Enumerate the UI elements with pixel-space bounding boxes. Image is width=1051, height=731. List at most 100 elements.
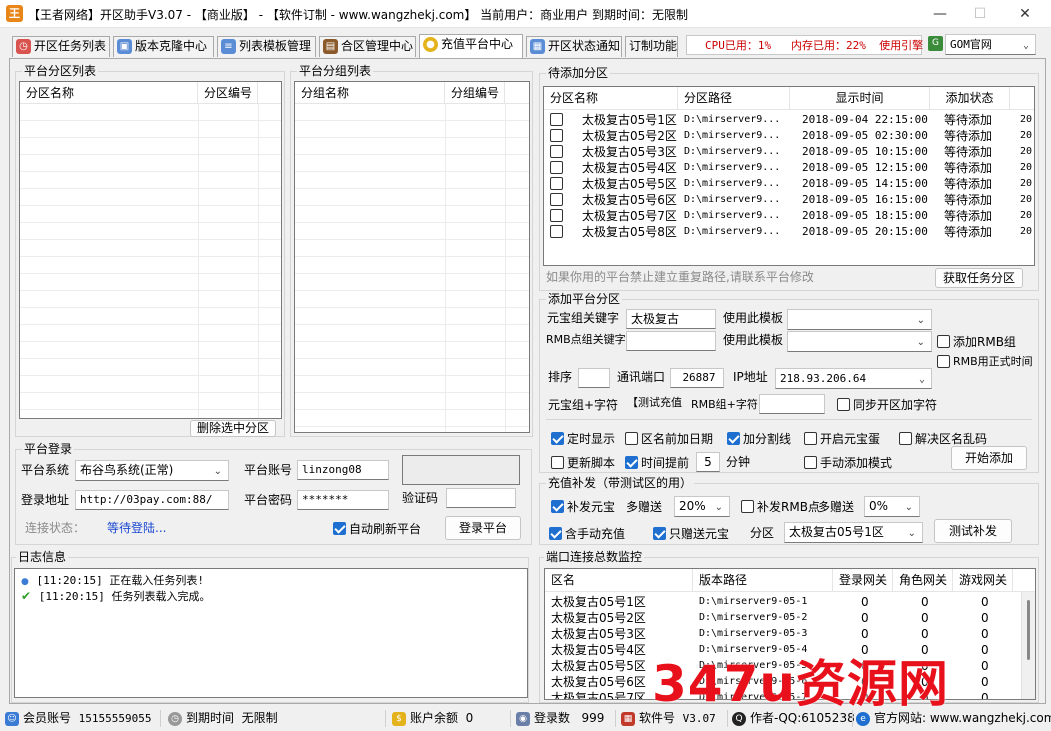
scrollbar-thumb[interactable] [1027, 600, 1030, 660]
table-row[interactable]: 太极复古05号2区 D:\mirserver9... 2018-09-05 02:3… [544, 128, 1034, 144]
tab-custom-features[interactable]: 订制功能 [625, 36, 678, 57]
reissue-yb-checkbox[interactable]: 补发元宝 [551, 499, 615, 515]
table-row[interactable]: 太极复古05号1区 D:\mirserver9-05-1 0 0 0 [545, 594, 1021, 610]
add-divider-checkbox[interactable]: 加分割线 [727, 431, 791, 447]
col-version-path[interactable]: 版本路径 [693, 569, 833, 592]
yb-suffix-input[interactable]: 【测试充值 [623, 394, 689, 414]
member-value: 15155559055 [78, 712, 152, 725]
yb-template-select[interactable]: ⌄ [787, 309, 932, 330]
prefix-date-checkbox[interactable]: 区名前加日期 [625, 431, 713, 447]
coin-icon: $ [392, 711, 406, 726]
coin-icon: ● [423, 37, 438, 52]
account-input[interactable]: linzong08 [297, 460, 389, 480]
rmb-suffix-input[interactable] [759, 394, 825, 414]
col-zone-id[interactable]: 分区编号 [198, 82, 258, 104]
col-zone-name[interactable]: 分区名称 [20, 82, 198, 104]
col-zone-path[interactable]: 分区路径 [678, 87, 790, 110]
platform-group-list[interactable]: 分组名称 分组编号 [294, 81, 530, 433]
platform-system-select[interactable]: 布谷鸟系统(正常) ⌄ [75, 460, 229, 481]
row-checkbox[interactable] [550, 113, 563, 126]
row-checkbox[interactable] [550, 209, 563, 222]
rmb-keyword-input[interactable] [626, 331, 716, 351]
port-input[interactable]: 26887 [670, 368, 724, 388]
rmb-bonus-select[interactable]: 0% ⌄ [864, 496, 920, 517]
extra-value: 20 [1020, 162, 1033, 173]
platform-zone-list[interactable]: 分区名称 分区编号 [19, 81, 282, 419]
table-row[interactable]: 太极复古05号2区 D:\mirserver9-05-2 0 0 0 [545, 610, 1021, 626]
engine-select[interactable]: GOM官网 ⌄ [945, 34, 1036, 55]
tab-template-manager[interactable]: ≡ 列表模板管理 [217, 36, 316, 57]
minutes-label: 分钟 [726, 455, 751, 469]
chevron-down-icon: ⌄ [1022, 40, 1029, 51]
col-group-id[interactable]: 分组编号 [445, 82, 505, 104]
col-login-gate[interactable]: 登录网关 [833, 569, 893, 592]
reissue-rmb-checkbox[interactable]: 补发RMB点 [741, 499, 820, 515]
table-row[interactable]: 太极复古05号5区 D:\mirserver9... 2018-09-05 14:1… [544, 176, 1034, 192]
enable-yb-pot-checkbox[interactable]: 开启元宝蛋 [804, 431, 880, 447]
rmb-formal-time-checkbox[interactable]: RMB用正式时间 [937, 354, 1033, 370]
row-checkbox[interactable] [550, 145, 563, 158]
fix-garbled-checkbox[interactable]: 解决区名乱码 [899, 431, 987, 447]
col-display-time[interactable]: 显示时间 [790, 87, 930, 110]
include-manual-checkbox[interactable]: 含手动充值 [549, 526, 625, 542]
test-reissue-button[interactable]: 测试补发 [934, 519, 1012, 543]
col-zone-name[interactable]: 分区名称 [544, 87, 678, 110]
author-contact[interactable]: Q 作者-QQ:6105238 [732, 710, 855, 727]
rmb-keyword-label: RMB点组关键字 [546, 333, 626, 346]
captcha-image[interactable] [402, 455, 520, 485]
table-row[interactable]: 太极复古05号6区 D:\mirserver9... 2018-09-05 16:1… [544, 192, 1034, 208]
ip-select[interactable]: 218.93.206.64 ⌄ [775, 368, 932, 389]
tab-task-list[interactable]: ◷ 开区任务列表 [12, 36, 110, 57]
row-checkbox[interactable] [550, 129, 563, 142]
rmb-template-select[interactable]: ⌄ [787, 331, 932, 352]
maximize-button[interactable]: ☐ [960, 2, 1000, 26]
grid-row [295, 223, 529, 240]
fetch-task-zones-button[interactable]: 获取任务分区 [935, 268, 1023, 288]
close-button[interactable]: ✕ [1005, 2, 1045, 26]
row-checkbox[interactable] [550, 161, 563, 174]
table-row[interactable]: 太极复古05号1区 D:\mirserver9... 2018-09-04 22:1… [544, 112, 1034, 128]
tab-status-notify[interactable]: ▦ 开区状态通知 [526, 36, 622, 57]
time-advance-checkbox[interactable]: 时间提前 [625, 455, 689, 471]
col-add-status[interactable]: 添加状态 [930, 87, 1010, 110]
password-input[interactable]: ******* [297, 490, 389, 510]
pending-zone-list[interactable]: 分区名称 分区路径 显示时间 添加状态 太极复古05号1区 D:\mirserve… [543, 86, 1035, 266]
col-game-gate[interactable]: 游戏网关 [953, 569, 1013, 592]
login-url-input[interactable]: http://03pay.com:88/ [75, 490, 229, 510]
timed-display-checkbox[interactable]: 定时显示 [551, 431, 615, 447]
auto-refresh-checkbox[interactable]: 自动刷新平台 [333, 521, 421, 537]
minimize-button[interactable]: — [920, 2, 960, 26]
zone-select[interactable]: 太极复古05号1区 ⌄ [784, 522, 923, 543]
table-row[interactable]: 太极复古05号3区 D:\mirserver9-05-3 0 0 0 [545, 626, 1021, 642]
col-role-gate[interactable]: 角色网关 [893, 569, 953, 592]
advance-minutes-input[interactable]: 5 [696, 452, 720, 472]
official-site[interactable]: e 官方网站: www.wangzhekj.com [856, 710, 1051, 727]
only-bonus-yb-checkbox[interactable]: 只赠送元宝 [653, 526, 729, 542]
row-checkbox[interactable] [550, 225, 563, 238]
start-add-button[interactable]: 开始添加 [951, 446, 1027, 470]
sort-input[interactable] [578, 368, 610, 388]
table-row[interactable]: 太极复古05号3区 D:\mirserver9... 2018-09-05 10:1… [544, 144, 1034, 160]
tab-clone-center[interactable]: ▣ 版本克隆中心 [113, 36, 214, 57]
add-rmb-group-checkbox[interactable]: 添加RMB组 [937, 334, 1016, 350]
table-row[interactable]: 太极复古05号4区 D:\mirserver9... 2018-09-05 12:1… [544, 160, 1034, 176]
manual-mode-checkbox[interactable]: 手动添加模式 [804, 455, 892, 471]
table-row[interactable]: 太极复古05号7区 D:\mirserver9... 2018-09-05 18:1… [544, 208, 1034, 224]
table-row[interactable]: 太极复古05号8区 D:\mirserver9... 2018-09-05 20:1… [544, 224, 1034, 240]
row-checkbox[interactable] [550, 193, 563, 206]
scrollbar[interactable] [1021, 592, 1035, 699]
grid-row [295, 206, 529, 223]
captcha-input[interactable] [446, 488, 516, 508]
yb-keyword-input[interactable]: 太极复古 [626, 309, 716, 329]
update-script-checkbox[interactable]: 更新脚本 [551, 455, 615, 471]
sync-suffix-checkbox[interactable]: 同步开区加字符 [837, 397, 937, 413]
login-platform-button[interactable]: 登录平台 [445, 516, 521, 540]
tab-recharge-center[interactable]: ● 充值平台中心 [419, 34, 523, 58]
delete-selected-zone-button[interactable]: 删除选中分区 [190, 420, 276, 437]
row-checkbox[interactable] [550, 177, 563, 190]
col-group-name[interactable]: 分组名称 [295, 82, 445, 104]
col-zone-name[interactable]: 区名 [545, 569, 693, 592]
yb-bonus-select[interactable]: 20% ⌄ [674, 496, 730, 517]
log-list[interactable]: ● [11:20:15] 正在载入任务列表! ✔ [11:20:15] 任务列表… [14, 568, 528, 698]
tab-merge-center[interactable]: ▤ 合区管理中心 [319, 36, 416, 57]
